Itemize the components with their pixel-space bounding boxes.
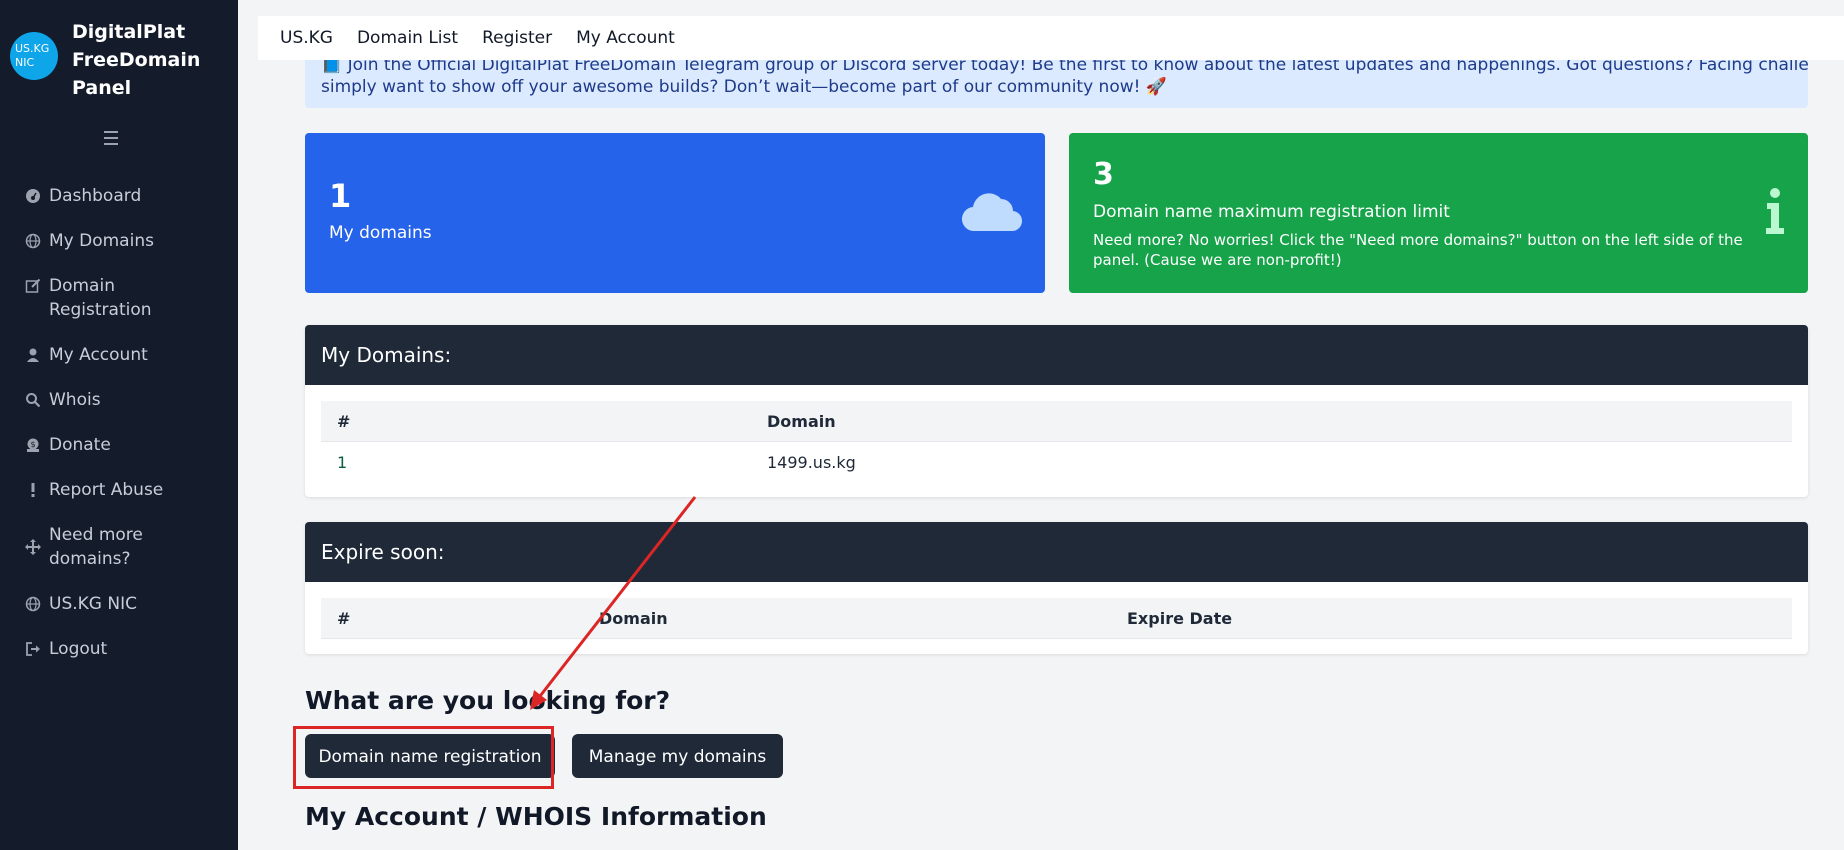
sidebar-item-logout[interactable]: Logout	[24, 637, 224, 661]
looking-for-heading: What are you looking for?	[305, 686, 671, 715]
cloud-icon	[961, 193, 1023, 232]
sidebar-item-my-account[interactable]: My Account	[24, 343, 224, 367]
topnav-my-account-link[interactable]: My Account	[576, 28, 675, 48]
sidebar-item-donate[interactable]: $ Donate	[24, 433, 224, 457]
my-domains-title: My Domains:	[305, 325, 1808, 385]
brand[interactable]: US.KG NIC DigitalPlat FreeDomain Panel	[10, 18, 222, 102]
globe-icon	[24, 229, 41, 253]
highlight-annotation-box	[293, 726, 554, 789]
top-navbar: US.KG Domain List Register My Account	[258, 16, 1844, 60]
my-domains-table: # Domain 1 1499.us.kg	[321, 401, 1792, 482]
expire-soon-title: Expire soon:	[305, 522, 1808, 582]
limit-title: Domain name maximum registration limit	[1093, 202, 1450, 222]
svg-text:$: $	[30, 440, 35, 449]
info-icon	[1766, 188, 1784, 234]
expire-soon-panel: Expire soon: # Domain Expire Date	[305, 522, 1808, 654]
menu-toggle-icon[interactable]	[104, 126, 124, 150]
sidebar-item-report-abuse[interactable]: Report Abuse	[24, 478, 224, 502]
col-header-num: #	[337, 608, 351, 628]
my-domains-panel: My Domains: # Domain 1 1499.us.kg	[305, 325, 1808, 497]
logout-icon	[24, 637, 41, 661]
limit-description: Need more? No worries! Click the "Need m…	[1093, 231, 1743, 269]
gauge-icon	[24, 184, 41, 208]
table-header: # Domain	[321, 401, 1792, 442]
table-header: # Domain Expire Date	[321, 598, 1792, 639]
sidebar: US.KG NIC DigitalPlat FreeDomain Panel D…	[0, 0, 238, 850]
col-header-expire-date: Expire Date	[1127, 608, 1233, 628]
sidebar-item-whois[interactable]: Whois	[24, 388, 224, 412]
announcement-banner: 📘 Join the Official DigitalPlat FreeDoma…	[305, 60, 1808, 108]
domains-count: 1	[329, 177, 352, 215]
announcement-line-2: simply want to show off your awesome bui…	[321, 77, 1168, 97]
brand-name: DigitalPlat FreeDomain Panel	[72, 21, 201, 99]
user-icon	[24, 343, 41, 367]
limit-count: 3	[1093, 157, 1114, 192]
sidebar-item-domain-registration[interactable]: Domain Registration	[24, 274, 224, 322]
sidebar-item-dashboard[interactable]: Dashboard	[24, 184, 224, 208]
sidebar-item-my-domains[interactable]: My Domains	[24, 229, 224, 253]
sidebar-item-uskg-nic[interactable]: US.KG NIC	[24, 592, 224, 616]
col-header-num: #	[337, 411, 351, 431]
manage-domains-button[interactable]: Manage my domains	[572, 734, 783, 778]
edit-icon	[24, 274, 41, 298]
my-domains-card: 1 My domains	[305, 133, 1045, 293]
row-num: 1	[337, 452, 348, 472]
rocket-icon: 🚀	[1145, 77, 1168, 97]
row-domain[interactable]: 1499.us.kg	[767, 453, 856, 472]
expire-soon-table: # Domain Expire Date	[321, 598, 1792, 639]
donate-icon: $	[24, 433, 41, 457]
col-header-domain: Domain	[767, 411, 836, 431]
table-row[interactable]: 1 1499.us.kg	[321, 442, 1792, 482]
sidebar-item-need-more-domains[interactable]: Need more domains?	[24, 523, 224, 571]
globe-icon	[24, 592, 41, 616]
sidebar-nav: Dashboard My Domains Domain Registration…	[24, 184, 224, 682]
topnav-register-link[interactable]: Register	[482, 28, 552, 48]
move-icon	[24, 523, 41, 571]
registration-limit-card: 3 Domain name maximum registration limit…	[1069, 133, 1808, 293]
exclamation-icon	[24, 478, 41, 502]
brand-logo: US.KG NIC	[10, 32, 58, 80]
topnav-uskg-link[interactable]: US.KG	[280, 28, 333, 48]
domains-label: My domains	[329, 223, 432, 243]
announcement-line-1: 📘 Join the Official DigitalPlat FreeDoma…	[321, 60, 1808, 75]
topnav-domain-list-link[interactable]: Domain List	[357, 28, 458, 48]
account-whois-heading: My Account / WHOIS Information	[305, 802, 767, 831]
col-header-domain: Domain	[599, 608, 668, 628]
search-icon	[24, 388, 41, 412]
